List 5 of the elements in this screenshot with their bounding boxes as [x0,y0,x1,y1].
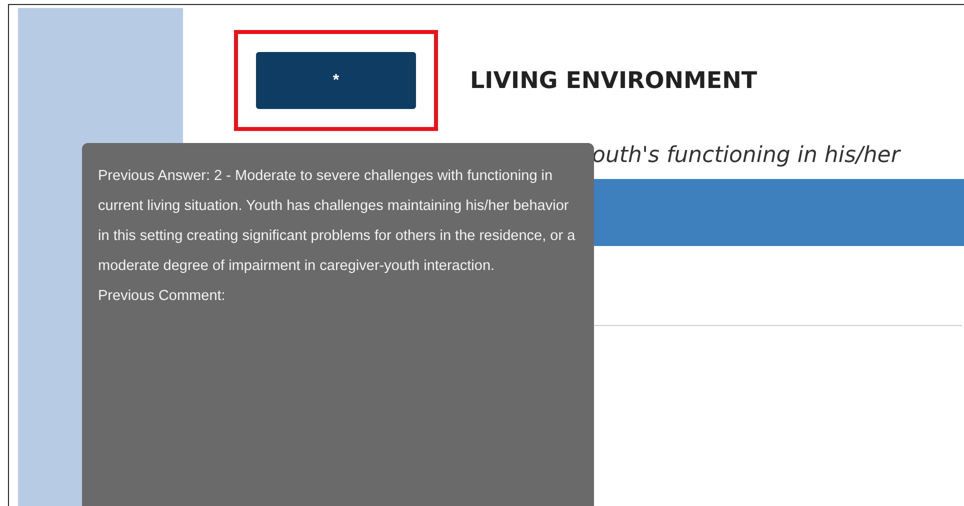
section-title: LIVING ENVIRONMENT [470,68,758,94]
tooltip-text: Previous Comment: [98,287,226,306]
tooltip-text: Previous Answer: 2 - Moderate to severe challenges with functioning in current living situation. Youth has challenges maintaining his/her behavior in this setting creating significant problems for others in the residence, or a moderate degree of impairment in caregiver-youth interaction. [98,167,576,276]
rating-button[interactable]: * [256,52,416,109]
question-text: outh's functioning in his/her [592,143,902,168]
